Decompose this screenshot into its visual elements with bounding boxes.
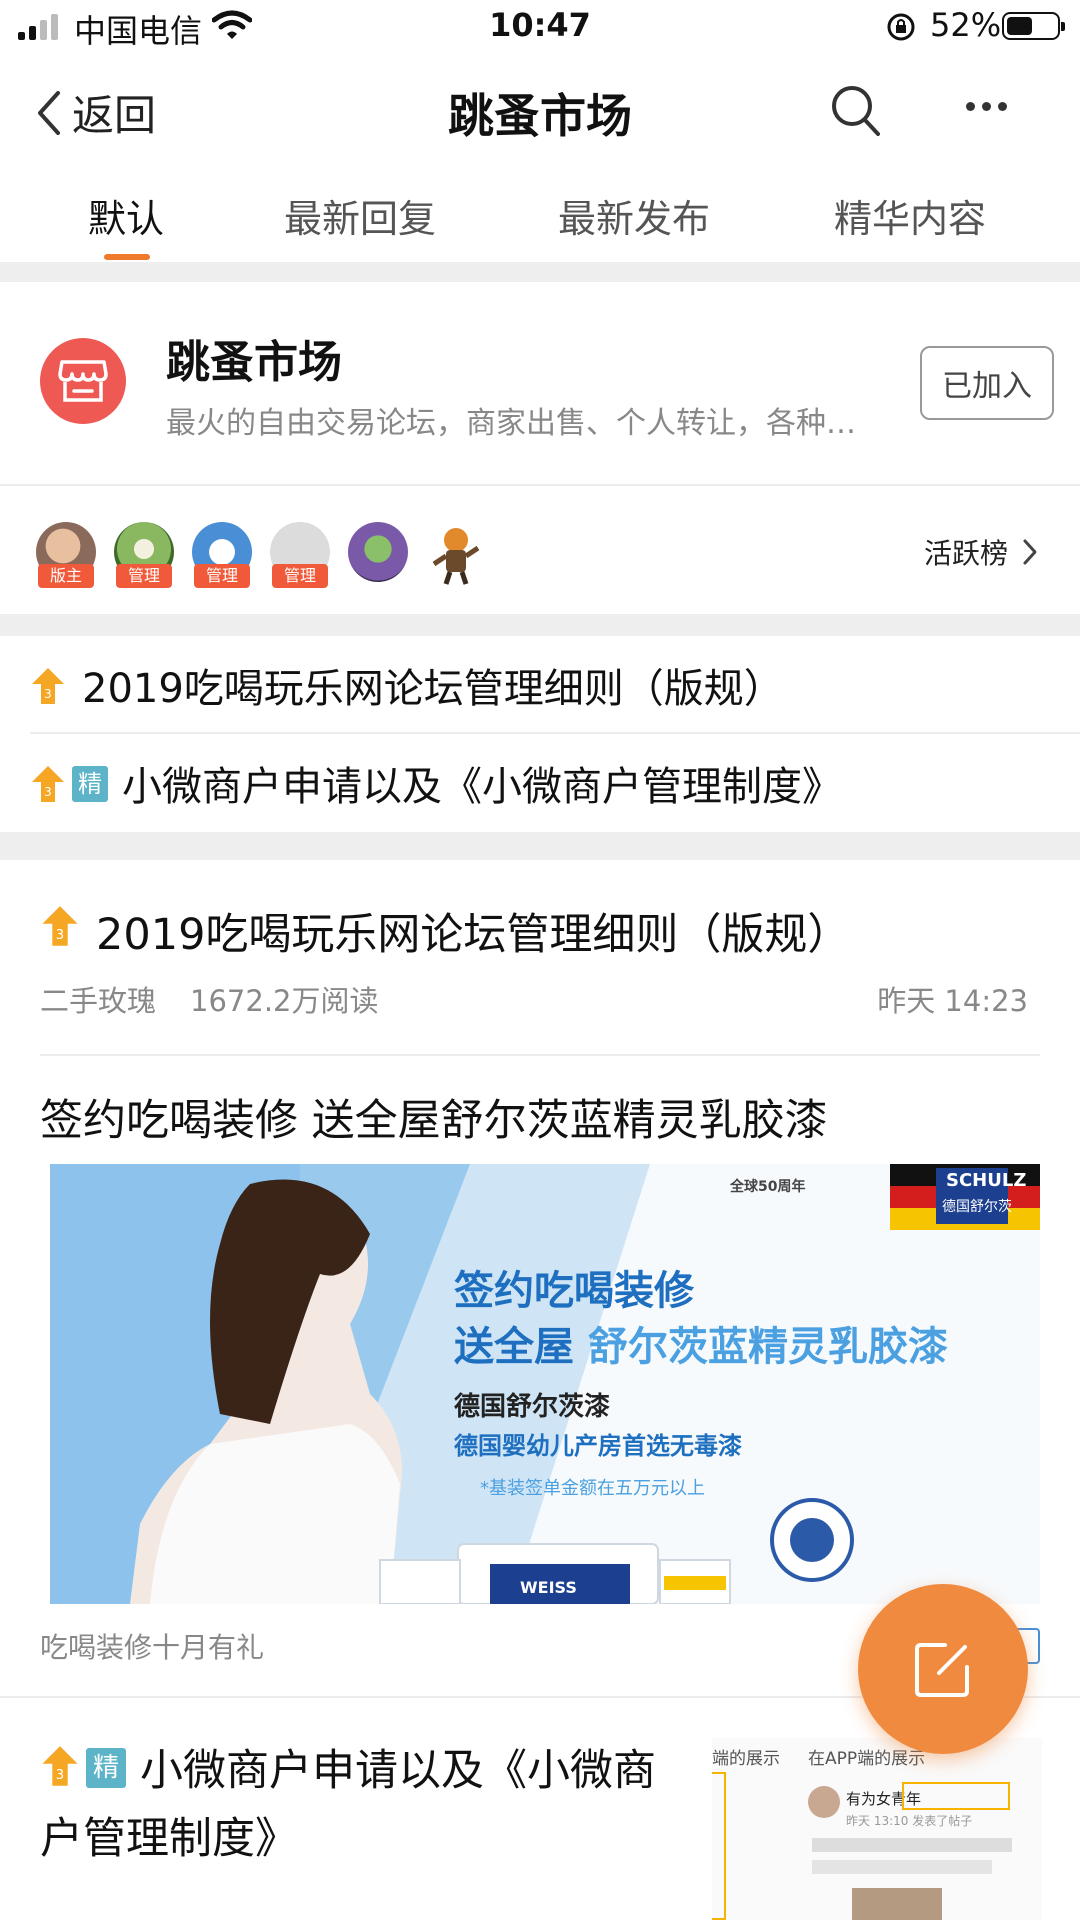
ad-sub-2: 德国婴幼儿产房首选无毒漆: [454, 1432, 742, 1460]
nav-bar: 返回 跳蚤市场: [0, 60, 1080, 160]
forum-name: 跳蚤市场: [166, 337, 342, 388]
edit-icon: [915, 1643, 969, 1697]
store-icon: [58, 360, 108, 402]
post-reads: 1672.2万阅读: [190, 984, 379, 1018]
tab-bar: 默认 最新回复 最新发布 精华内容: [0, 172, 1080, 262]
ad-banner-image[interactable]: 全球50周年 SCHULZ 德国舒尔茨 签约吃喝装修 送全屋 舒尔茨蓝精灵乳胶漆 …: [50, 1164, 1040, 1604]
thumb-avatar: [808, 1786, 840, 1818]
chevron-left-icon: [38, 90, 60, 135]
chevron-right-icon: [1023, 539, 1037, 565]
post-title-line-1: 小微商户申请以及《小微商: [140, 1746, 656, 1796]
active-rank-label: 活跃榜: [924, 537, 1009, 570]
tab-default[interactable]: 默认: [88, 188, 164, 243]
thumb-label-right: 在APP端的展示: [808, 1749, 926, 1769]
post-author: 二手玫瑰: [40, 984, 157, 1018]
thumb-blur-line: [812, 1860, 992, 1874]
active-rank-link[interactable]: 活跃榜: [924, 532, 1038, 572]
svg-text:3: 3: [44, 687, 52, 701]
ad-anniversary: 全球50周年: [730, 1179, 806, 1195]
thumb-label-left: 端的展示: [712, 1749, 780, 1769]
moderator-tag: 版主: [38, 564, 94, 588]
more-options-icon[interactable]: [966, 102, 1007, 111]
post-time: 昨天 14:23: [877, 984, 1028, 1018]
avatar[interactable]: [426, 522, 486, 585]
post-title-line-2: 户管理制度》: [40, 1814, 298, 1864]
svg-text:3: 3: [44, 785, 52, 799]
ad-note: *基装签单金额在五万元以上: [480, 1478, 705, 1499]
avatar[interactable]: 管理: [114, 522, 174, 588]
pinned-post[interactable]: 3 2019吃喝玩乐网论坛管理细则（版规）: [0, 636, 1080, 732]
section-gap: [0, 262, 1080, 282]
active-tab-indicator: [104, 254, 150, 260]
forum-logo: [40, 338, 126, 424]
featured-badge: 精: [86, 1748, 126, 1788]
compose-button[interactable]: [858, 1584, 1028, 1754]
moderator-tag: 管理: [194, 564, 250, 588]
back-label: 返回: [72, 91, 157, 140]
tab-featured[interactable]: 精华内容: [834, 188, 986, 243]
forum-description: 最火的自由交易论坛，商家出售、个人转让，各种…: [166, 406, 856, 441]
search-icon[interactable]: [830, 84, 882, 142]
top-pin-icon: 3: [32, 668, 64, 704]
avatar[interactable]: [348, 522, 408, 582]
orientation-lock-icon: [886, 12, 916, 46]
thumb-meta: 昨天 13:10 发表了帖子: [846, 1814, 973, 1828]
top-pin-icon: 3: [32, 766, 64, 802]
post-title: 2019吃喝玩乐网论坛管理细则（版规）: [96, 910, 851, 960]
top-pin-icon: 3: [42, 906, 78, 946]
section-gap: [0, 614, 1080, 636]
thumb-image: [852, 1888, 942, 1920]
ad-brand-cn: 德国舒尔茨: [942, 1199, 1012, 1215]
battery-percent: 52%: [930, 6, 1002, 44]
post-meta: 二手玫瑰 1672.2万阅读: [40, 978, 379, 1020]
svg-text:3: 3: [56, 1768, 64, 1783]
tab-latest-post[interactable]: 最新发布: [558, 188, 710, 243]
thumb-frame: [712, 1772, 726, 1920]
avatar[interactable]: 版主: [36, 522, 96, 588]
thumb-blur-line: [812, 1838, 1012, 1852]
battery-icon: [1002, 12, 1065, 40]
status-bar: 中国电信 10:47 52%: [0, 0, 1080, 54]
moderators-row: 版主 管理 管理 管理 活跃榜: [0, 486, 1080, 614]
battery-fill: [1007, 17, 1032, 35]
ad-caption: 吃喝装修十月有礼: [40, 1631, 265, 1664]
ad-headline-1: 签约吃喝装修: [454, 1268, 694, 1314]
ad-sub-1: 德国舒尔茨漆: [454, 1392, 611, 1422]
moderator-tag: 管理: [116, 564, 172, 588]
tab-latest-reply[interactable]: 最新回复: [284, 188, 436, 243]
post-title: 签约吃喝装修 送全屋舒尔茨蓝精灵乳胶漆: [40, 1096, 828, 1146]
page-title: 跳蚤市场: [448, 89, 632, 143]
avatar[interactable]: 管理: [270, 522, 330, 588]
ad-headline-2: 送全屋 舒尔茨蓝精灵乳胶漆: [454, 1314, 948, 1372]
ad-headline-2a: 送全屋: [454, 1324, 574, 1370]
avatar[interactable]: 管理: [192, 522, 252, 588]
featured-badge: 精: [72, 766, 108, 802]
back-button[interactable]: 返回: [36, 82, 156, 143]
post-thumbnail: 端的展示 在APP端的展示 有为女青年 昨天 13:10 发表了帖子: [712, 1738, 1042, 1920]
post-item[interactable]: 3 2019吃喝玩乐网论坛管理细则（版规） 二手玫瑰 1672.2万阅读 昨天 1…: [0, 860, 1080, 1054]
ad-brand: SCHULZ: [946, 1170, 1027, 1191]
svg-text:3: 3: [56, 928, 64, 943]
ad-can-label: WEISS: [520, 1578, 577, 1597]
joined-button[interactable]: 已加入: [920, 346, 1054, 420]
status-time: 10:47: [489, 6, 591, 44]
top-pin-icon: 3: [42, 1746, 78, 1786]
moderator-tag: 管理: [272, 564, 328, 588]
section-gap: [0, 832, 1080, 860]
forum-header: 跳蚤市场 最火的自由交易论坛，商家出售、个人转让，各种… 已加入: [0, 282, 1080, 484]
pinned-title: 2019吃喝玩乐网论坛管理细则（版规）: [82, 666, 784, 712]
ad-headline-2b: 舒尔茨蓝精灵乳胶漆: [588, 1324, 948, 1370]
pinned-post[interactable]: 3 精 小微商户申请以及《小微商户管理制度》: [0, 734, 1080, 830]
pinned-title: 小微商户申请以及《小微商户管理制度》: [122, 764, 842, 810]
thumb-highlight: [902, 1782, 1010, 1810]
